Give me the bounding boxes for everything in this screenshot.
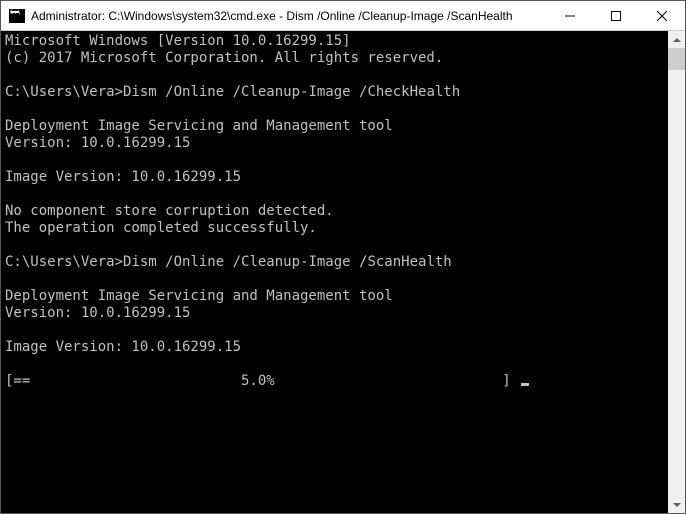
scroll-down-button[interactable] (668, 496, 685, 513)
tool-name: Deployment Image Servicing and Managemen… (5, 118, 393, 134)
maximize-icon (611, 11, 621, 21)
close-button[interactable] (639, 1, 685, 30)
result-line: The operation completed successfully. (5, 220, 317, 236)
scroll-up-button[interactable] (668, 31, 685, 48)
vertical-scrollbar[interactable] (668, 31, 685, 513)
command-text: Dism /Online /Cleanup-Image /CheckHealth (123, 84, 460, 100)
chevron-down-icon (673, 503, 681, 507)
maximize-button[interactable] (593, 1, 639, 30)
tool-name: Deployment Image Servicing and Managemen… (5, 288, 393, 304)
scrollbar-thumb[interactable] (668, 48, 685, 70)
command-text: Dism /Online /Cleanup-Image /ScanHealth (123, 254, 452, 270)
chevron-up-icon (673, 38, 681, 42)
minimize-icon (565, 11, 575, 21)
prompt: C:\Users\Vera> (5, 84, 123, 100)
progress-bar: [== 5.0% ] (5, 373, 519, 389)
cursor (521, 383, 529, 386)
header-line: Microsoft Windows [Version 10.0.16299.15… (5, 33, 351, 49)
copyright-line: (c) 2017 Microsoft Corporation. All righ… (5, 50, 443, 66)
result-line: No component store corruption detected. (5, 203, 334, 219)
terminal-wrapper: Microsoft Windows [Version 10.0.16299.15… (1, 31, 685, 513)
image-version: Image Version: 10.0.16299.15 (5, 169, 241, 185)
prompt: C:\Users\Vera> (5, 254, 123, 270)
image-version: Image Version: 10.0.16299.15 (5, 339, 241, 355)
terminal-output[interactable]: Microsoft Windows [Version 10.0.16299.15… (1, 31, 668, 513)
window-controls (547, 1, 685, 30)
close-icon (657, 11, 667, 21)
tool-version: Version: 10.0.16299.15 (5, 135, 190, 151)
minimize-button[interactable] (547, 1, 593, 30)
titlebar: Administrator: C:\Windows\system32\cmd.e… (1, 1, 685, 31)
window-title: Administrator: C:\Windows\system32\cmd.e… (31, 9, 547, 23)
scrollbar-track[interactable] (668, 48, 685, 496)
cmd-icon (9, 9, 25, 23)
tool-version: Version: 10.0.16299.15 (5, 305, 190, 321)
